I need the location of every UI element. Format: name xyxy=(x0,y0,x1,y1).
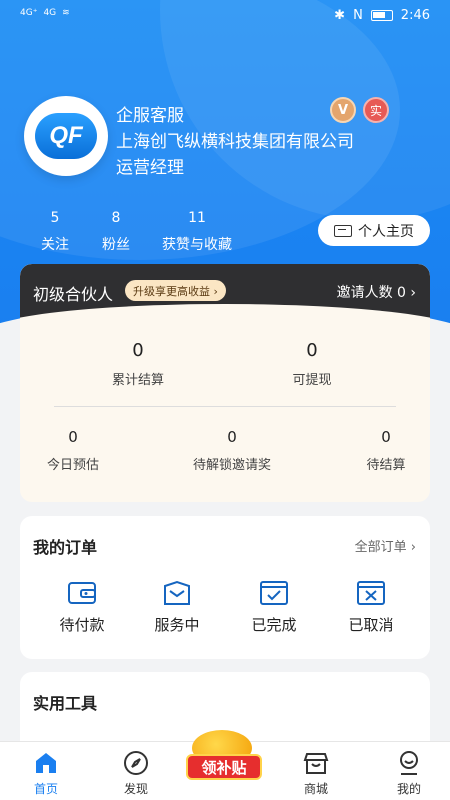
label: 累计结算 xyxy=(111,373,164,388)
tab-store[interactable]: 商城 xyxy=(286,750,346,797)
pending-invite-reward[interactable]: 0 待解锁邀请奖 xyxy=(176,428,288,473)
order-label: 服务中 xyxy=(154,616,200,634)
order-completed[interactable]: 已完成 xyxy=(234,580,314,635)
partner-card: 初级合伙人 升级享更高收益 › 邀请人数 0 › 0 累计结算 0 可提现 0 … xyxy=(20,264,430,502)
signal-icon: 4G⁺ xyxy=(20,8,38,18)
order-label: 已取消 xyxy=(348,616,394,634)
avatar[interactable]: QF xyxy=(24,96,108,176)
value: 0 xyxy=(381,428,391,446)
stat-label: 粉丝 xyxy=(102,237,130,253)
stat-value: 8 xyxy=(111,210,121,226)
divider xyxy=(54,406,396,407)
stat-following[interactable]: 5 关注 xyxy=(38,210,72,254)
verified-badge-icon[interactable]: 实 xyxy=(363,97,389,123)
tab-discover[interactable]: 发现 xyxy=(106,750,166,797)
profile-role: 运营经理 xyxy=(116,158,184,178)
battery-icon xyxy=(370,10,393,21)
status-bar: 4G⁺ 4G ≋ ✱ N 2:46 xyxy=(0,0,450,32)
home-icon xyxy=(33,750,59,776)
stat-likes[interactable]: 11 获赞与收藏 xyxy=(158,210,236,254)
total-settled[interactable]: 0 累计结算 xyxy=(98,340,178,388)
tab-label: 发现 xyxy=(123,782,148,796)
value: 0 xyxy=(306,340,318,361)
all-orders-link[interactable]: 全部订单 › xyxy=(355,536,416,555)
orders-title: 我的订单 xyxy=(33,538,98,557)
label: 待结算 xyxy=(366,458,406,473)
vip-badge-icon[interactable]: V xyxy=(330,97,356,123)
nfc-icon: N xyxy=(353,8,363,23)
wifi-icon: ≋ xyxy=(62,8,70,18)
stat-value: 5 xyxy=(50,210,60,226)
value: 0 xyxy=(132,340,144,361)
order-label: 已完成 xyxy=(251,616,297,634)
tab-home[interactable]: 首页 xyxy=(16,750,76,797)
stat-followers[interactable]: 8 粉丝 xyxy=(96,210,136,254)
order-cancelled[interactable]: 已取消 xyxy=(331,580,411,635)
cancel-box-icon xyxy=(356,580,386,606)
today-estimate[interactable]: 0 今日预估 xyxy=(40,428,106,473)
stat-label: 获赞与收藏 xyxy=(162,237,232,253)
promo-label: 领补贴 xyxy=(186,754,262,780)
personal-homepage-label: 个人主页 xyxy=(358,223,414,240)
order-label: 待付款 xyxy=(59,616,105,634)
id-card-icon xyxy=(334,224,352,237)
order-in-service[interactable]: 服务中 xyxy=(137,580,217,635)
tab-label: 商城 xyxy=(303,782,328,796)
tools-title: 实用工具 xyxy=(33,694,98,713)
profile-name: 企服客服 xyxy=(116,106,184,126)
signal-icon: 4G xyxy=(43,8,57,18)
tab-mine[interactable]: 我的 xyxy=(379,750,439,797)
orders-card: 我的订单 全部订单 › 待付款 服务中 已完成 已取消 xyxy=(20,516,430,659)
profile-icon xyxy=(396,750,422,776)
check-box-icon xyxy=(259,580,289,606)
invite-count-link[interactable]: 邀请人数 0 › xyxy=(337,282,416,302)
upgrade-button[interactable]: 升级享更高收益 › xyxy=(125,280,226,301)
wallet-icon xyxy=(67,580,97,606)
value: 0 xyxy=(227,428,237,446)
stat-label: 关注 xyxy=(41,237,69,253)
partner-title: 初级合伙人 xyxy=(33,285,114,304)
withdrawable[interactable]: 0 可提现 xyxy=(272,340,352,388)
company-logo: QF xyxy=(35,113,97,159)
pending-settlement[interactable]: 0 待结算 xyxy=(356,428,416,473)
store-icon xyxy=(303,750,329,776)
value: 0 xyxy=(68,428,78,446)
bluetooth-icon: ✱ xyxy=(334,8,346,23)
label: 今日预估 xyxy=(46,458,99,473)
tab-label: 首页 xyxy=(33,782,58,796)
order-pending-payment[interactable]: 待付款 xyxy=(42,580,122,635)
compass-icon xyxy=(123,750,149,776)
service-icon xyxy=(162,580,192,606)
label: 待解锁邀请奖 xyxy=(192,458,271,473)
profile-company: 上海创飞纵横科技集团有限公司 xyxy=(116,132,354,152)
tab-label: 我的 xyxy=(396,782,421,796)
status-time: 2:46 xyxy=(400,8,430,23)
subsidy-promo-button[interactable]: 领补贴 xyxy=(186,728,262,790)
label: 可提现 xyxy=(292,373,332,388)
personal-homepage-button[interactable]: 个人主页 xyxy=(318,215,430,246)
stat-value: 11 xyxy=(188,210,206,226)
